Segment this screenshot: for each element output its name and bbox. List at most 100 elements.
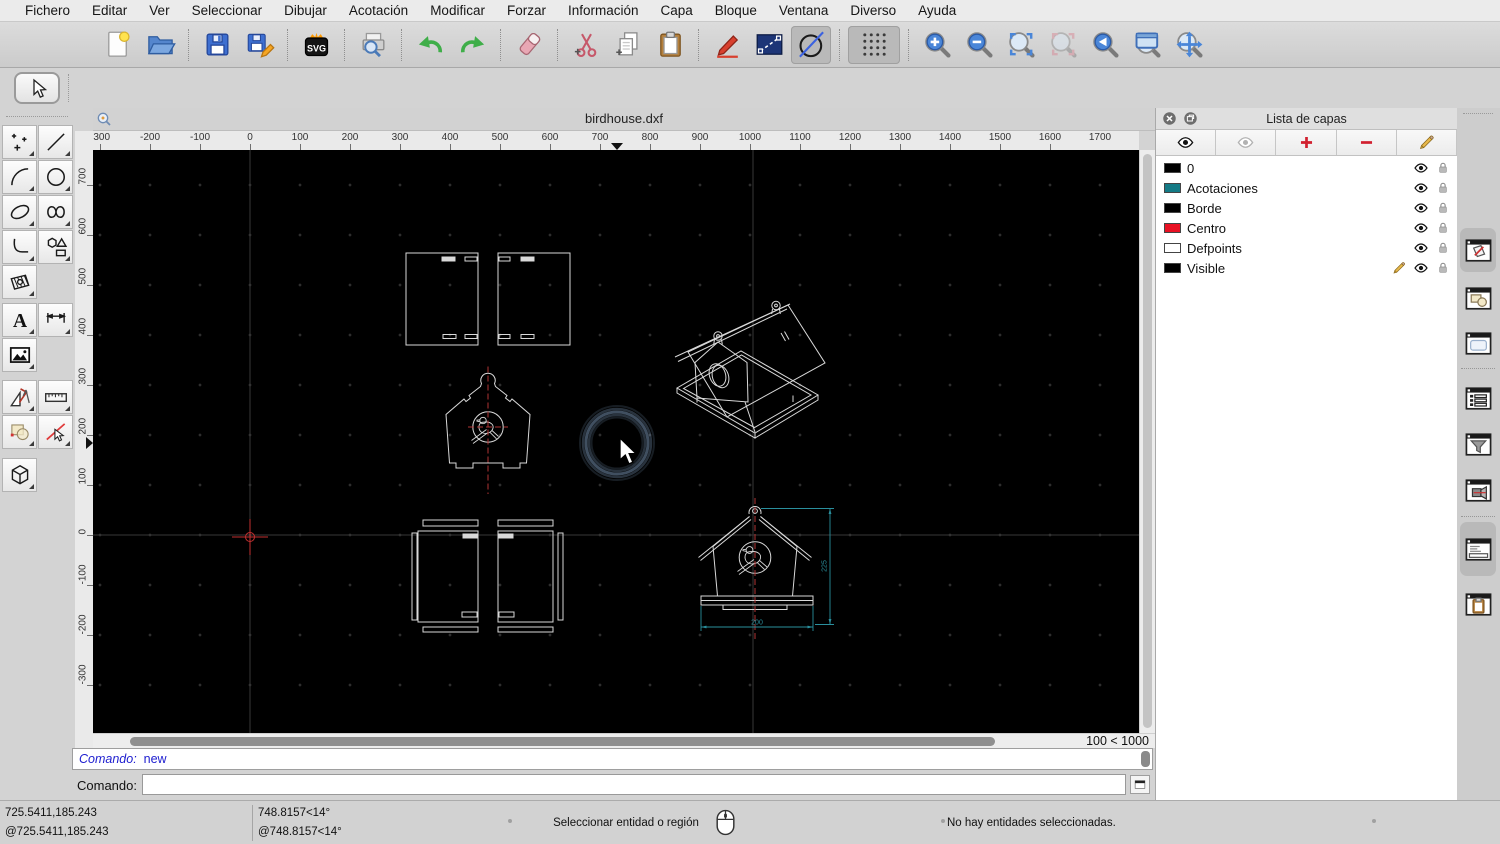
layer-row-defpoints[interactable]: Defpoints bbox=[1156, 238, 1457, 258]
layer-lock-toggle[interactable] bbox=[1435, 240, 1451, 256]
open-file-button[interactable] bbox=[140, 26, 180, 64]
zoom-in-button[interactable] bbox=[917, 26, 957, 64]
layer-visibility-toggle[interactable] bbox=[1413, 160, 1429, 176]
zoom-previous-button[interactable] bbox=[1085, 26, 1125, 64]
menu-ventana[interactable]: Ventana bbox=[768, 3, 840, 18]
menu-acotación[interactable]: Acotación bbox=[338, 3, 419, 18]
layer-color-swatch bbox=[1164, 263, 1181, 273]
save-as-button[interactable] bbox=[239, 26, 279, 64]
layer-lock-toggle[interactable] bbox=[1435, 160, 1451, 176]
dock-filter-panel-button[interactable] bbox=[1460, 422, 1496, 466]
save-button[interactable] bbox=[197, 26, 237, 64]
menu-editar[interactable]: Editar bbox=[81, 3, 138, 18]
text-tool[interactable]: A bbox=[2, 303, 37, 337]
selection-mode-button[interactable] bbox=[749, 26, 789, 64]
menu-bloque[interactable]: Bloque bbox=[704, 3, 768, 18]
edit-layer-button[interactable] bbox=[1396, 130, 1458, 155]
command-popup-button[interactable] bbox=[1130, 775, 1150, 794]
undo-button[interactable] bbox=[410, 26, 450, 64]
zoom-selection-button[interactable] bbox=[1043, 26, 1083, 64]
point-tool[interactable] bbox=[2, 125, 37, 159]
layer-lock-toggle[interactable] bbox=[1435, 260, 1451, 276]
layer-row-visible[interactable]: Visible bbox=[1156, 258, 1457, 278]
svg-export-button[interactable]: SVG bbox=[296, 26, 336, 64]
show-all-layers-button[interactable] bbox=[1156, 130, 1217, 155]
layer-lock-toggle[interactable] bbox=[1435, 180, 1451, 196]
menu-ayuda[interactable]: Ayuda bbox=[907, 3, 967, 18]
dock-clipboard-icon bbox=[1465, 592, 1491, 616]
dock-list-panel-button[interactable] bbox=[1460, 376, 1496, 420]
menu-fichero[interactable]: Fichero bbox=[14, 3, 81, 18]
menu-forzar[interactable]: Forzar bbox=[496, 3, 557, 18]
arc-tool[interactable] bbox=[2, 160, 37, 194]
shape-tool[interactable] bbox=[38, 230, 73, 264]
layer-row-0[interactable]: 0 bbox=[1156, 158, 1457, 178]
scrollbar-thumb[interactable] bbox=[130, 737, 995, 746]
print-preview-button[interactable] bbox=[353, 26, 393, 64]
layer-visibility-toggle[interactable] bbox=[1413, 260, 1429, 276]
ellipse-tool[interactable] bbox=[2, 195, 37, 229]
new-file-button[interactable] bbox=[98, 26, 138, 64]
spline-tool[interactable] bbox=[38, 195, 73, 229]
layer-visibility-toggle[interactable] bbox=[1413, 180, 1429, 196]
layer-row-centro[interactable]: Centro bbox=[1156, 218, 1457, 238]
hatch-tool[interactable] bbox=[2, 265, 37, 299]
dock-blocks-panel-button[interactable] bbox=[1460, 276, 1496, 320]
scrollbar-thumb[interactable] bbox=[1143, 154, 1152, 728]
scrollbar-thumb[interactable] bbox=[1141, 751, 1150, 767]
menu-dibujar[interactable]: Dibujar bbox=[273, 3, 338, 18]
modify-tool[interactable] bbox=[2, 415, 37, 449]
redo-button[interactable] bbox=[452, 26, 492, 64]
remove-layer-button[interactable] bbox=[1336, 130, 1397, 155]
detach-panel-icon[interactable] bbox=[1183, 111, 1198, 126]
horizontal-scrollbar[interactable]: 100 < 1000 bbox=[93, 733, 1155, 748]
dock-views-panel-button[interactable] bbox=[1460, 321, 1496, 365]
paste-button[interactable] bbox=[650, 26, 690, 64]
zoom-out-button[interactable] bbox=[959, 26, 999, 64]
menu-diverso[interactable]: Diverso bbox=[839, 3, 907, 18]
command-history[interactable]: Comando: new bbox=[72, 748, 1153, 770]
dock-command-panel-button[interactable] bbox=[1460, 522, 1496, 576]
dimension-tool[interactable] bbox=[38, 303, 73, 337]
grid-toggle-button[interactable] bbox=[848, 25, 900, 64]
draft-tools[interactable] bbox=[2, 380, 37, 414]
line-tool[interactable] bbox=[38, 125, 73, 159]
zoom-window-button[interactable] bbox=[1127, 26, 1167, 64]
image-tool[interactable] bbox=[2, 338, 37, 372]
drawing-canvas[interactable]: 225 200 bbox=[93, 150, 1139, 733]
circle-tool[interactable] bbox=[38, 160, 73, 194]
layer-visibility-toggle[interactable] bbox=[1413, 220, 1429, 236]
layer-lock-toggle[interactable] bbox=[1435, 220, 1451, 236]
polyline-tool[interactable] bbox=[2, 230, 37, 264]
menu-modificar[interactable]: Modificar bbox=[419, 3, 496, 18]
command-input[interactable] bbox=[142, 774, 1126, 795]
copy-button[interactable] bbox=[608, 26, 648, 64]
measure-tool[interactable] bbox=[38, 380, 73, 414]
hide-all-layers-button[interactable] bbox=[1216, 130, 1277, 155]
dock-render-panel-button[interactable] bbox=[1460, 468, 1496, 512]
layer-row-acotaciones[interactable]: Acotaciones bbox=[1156, 178, 1457, 198]
layer-row-borde[interactable]: Borde bbox=[1156, 198, 1457, 218]
layer-visibility-toggle[interactable] bbox=[1413, 240, 1429, 256]
menu-ver[interactable]: Ver bbox=[138, 3, 180, 18]
selection-tool-button[interactable] bbox=[14, 72, 60, 104]
edit-entity-button[interactable] bbox=[707, 26, 747, 64]
dock-clipboard-panel-button[interactable] bbox=[1460, 582, 1496, 626]
vertical-scrollbar[interactable] bbox=[1139, 150, 1155, 733]
close-panel-icon[interactable] bbox=[1162, 111, 1177, 126]
cut-button[interactable] bbox=[566, 26, 606, 64]
menu-capa[interactable]: Capa bbox=[650, 3, 704, 18]
add-layer-button[interactable] bbox=[1276, 130, 1337, 155]
pick-entity-tool[interactable] bbox=[38, 415, 73, 449]
pan-button[interactable] bbox=[1169, 26, 1209, 64]
mouse-cursor bbox=[619, 436, 638, 465]
layer-lock-toggle[interactable] bbox=[1435, 200, 1451, 216]
layer-visibility-toggle[interactable] bbox=[1413, 200, 1429, 216]
solid-tool[interactable] bbox=[2, 458, 37, 492]
dock-layers-panel-button[interactable] bbox=[1460, 228, 1496, 272]
menu-información[interactable]: Información bbox=[557, 3, 650, 18]
restriction-off-button[interactable] bbox=[791, 25, 831, 64]
delete-button[interactable] bbox=[509, 26, 549, 64]
menu-seleccionar[interactable]: Seleccionar bbox=[181, 3, 274, 18]
zoom-auto-button[interactable] bbox=[1001, 26, 1041, 64]
